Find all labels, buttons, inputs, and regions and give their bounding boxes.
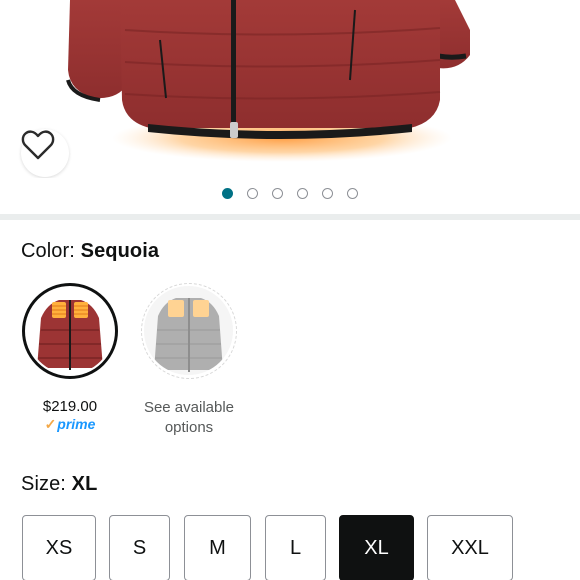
selected-size-value: XL (71, 473, 98, 495)
prime-check-icon: ✓ (44, 416, 57, 432)
color-selection-label: Color: Sequoia (21, 240, 159, 263)
section-divider (0, 214, 580, 220)
size-option-xxl[interactable]: XXL (427, 515, 513, 580)
carousel-dot[interactable] (297, 188, 308, 199)
see-available-options-text[interactable]: See available options (130, 398, 248, 438)
size-option-label: XXL (451, 536, 489, 559)
color-label: Color: (21, 240, 75, 262)
size-option-m[interactable]: M (184, 515, 251, 580)
size-option-label: XS (45, 536, 73, 559)
size-option-label: XL (364, 536, 389, 559)
red-jacket-thumbnail (27, 288, 113, 374)
carousel-dot[interactable] (222, 188, 233, 199)
swatch-image (27, 288, 113, 374)
jacket-thumbnail (144, 286, 233, 375)
product-detail-page: Color: Sequoia $219.00 ✓prime See availa… (0, 0, 580, 580)
product-image[interactable] (0, 0, 580, 178)
heart-outline-icon (21, 130, 55, 160)
size-option-label: L (289, 536, 302, 559)
size-option-label: S (132, 536, 147, 559)
image-carousel-dots (0, 188, 580, 204)
carousel-dot[interactable] (272, 188, 283, 199)
carousel-dot[interactable] (347, 188, 358, 199)
color-swatch-other[interactable] (141, 283, 237, 379)
carousel-dot[interactable] (247, 188, 258, 199)
size-option-xl[interactable]: XL (339, 515, 414, 580)
size-option-label: M (209, 536, 226, 559)
size-option-xs[interactable]: XS (22, 515, 96, 580)
size-option-s[interactable]: S (109, 515, 170, 580)
swatch-image (144, 286, 233, 375)
selected-color-value: Sequoia (80, 240, 160, 262)
see-options-line-2: options (164, 419, 214, 436)
wishlist-button[interactable] (21, 129, 69, 177)
prime-label: prime (57, 416, 96, 432)
see-options-line-1: See available (143, 399, 235, 416)
prime-badge: ✓prime (22, 416, 118, 433)
color-swatch-sequoia[interactable] (22, 283, 118, 379)
size-option-l[interactable]: L (265, 515, 326, 580)
jacket-illustration (0, 0, 580, 178)
size-label: Size: (21, 473, 66, 495)
size-selection-label: Size: XL (21, 473, 97, 496)
carousel-dot[interactable] (322, 188, 333, 199)
swatch-price: $219.00 (42, 398, 98, 415)
